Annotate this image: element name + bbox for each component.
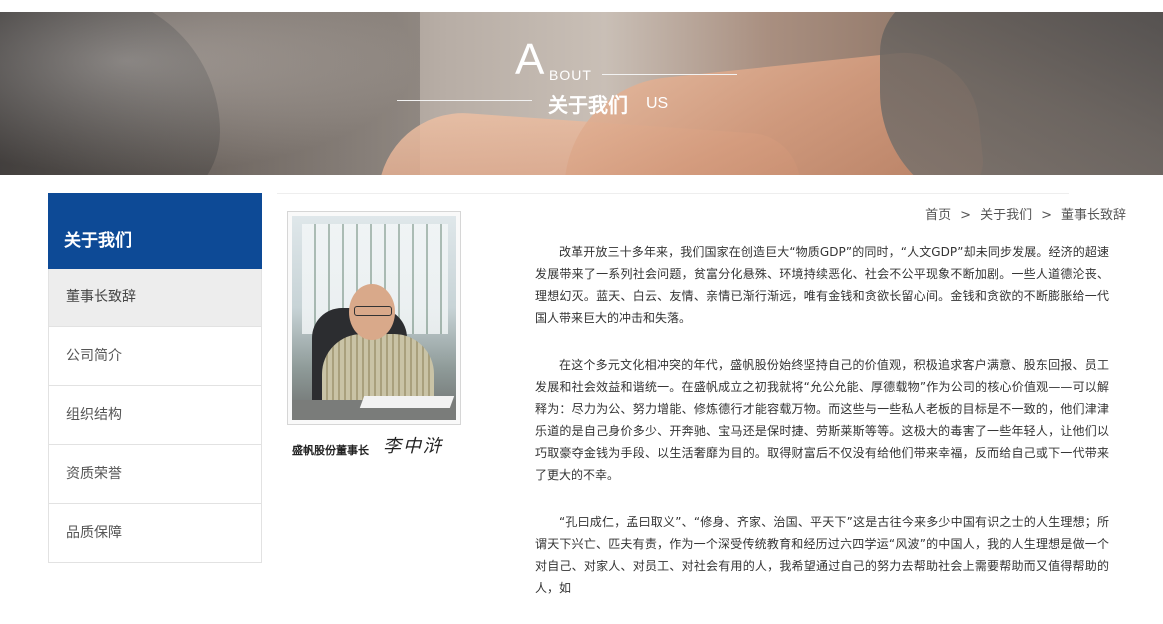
sidebar-item-company-profile[interactable]: 公司简介 (48, 327, 262, 386)
banner-decoration (0, 12, 420, 175)
chairman-signature: 李中浒 (383, 436, 443, 457)
sidebar-item-honors[interactable]: 资质荣誉 (48, 445, 262, 504)
banner-title-letter: A (515, 35, 545, 84)
banner-decoration (880, 12, 1163, 175)
banner-divider (397, 100, 532, 101)
banner-title-us: US (646, 95, 669, 112)
article-paragraph: 在这个多元文化相冲突的年代，盛帆股份始终坚持自己的价值观，积极追求客户满意、股东… (535, 358, 1109, 482)
banner-divider (602, 74, 737, 75)
sidebar-item-chairman-message[interactable]: 董事长致辞 (48, 269, 262, 327)
breadcrumb-separator: > (960, 208, 972, 223)
chairman-portrait (287, 211, 461, 425)
banner-title: 关于我们 (548, 93, 628, 117)
content-divider (277, 193, 1069, 194)
article-paragraph: 改革开放三十多年来，我们国家在创造巨大“物质GDP”的同时，“人文GDP”却未同… (535, 245, 1109, 325)
sidebar-heading: 关于我们 (48, 193, 262, 269)
breadcrumb-section-link[interactable]: 关于我们 (980, 208, 1032, 223)
chairman-message-article: 改革开放三十多年来，我们国家在创造巨大“物质GDP”的同时，“人文GDP”却未同… (535, 241, 1109, 624)
breadcrumb-separator: > (1041, 208, 1052, 223)
banner-title-bout: BOUT (549, 67, 592, 83)
breadcrumb-home-link[interactable]: 首页 (925, 208, 951, 223)
article-paragraph: “孔曰成仁，孟曰取义”、“修身、齐家、治国、平天下”这是古往今来多少中国有识之士… (535, 515, 1109, 595)
portrait-caption: 盛帆股份董事长 (292, 444, 369, 457)
breadcrumb-current[interactable]: 董事长致辞 (1061, 208, 1126, 223)
sidebar-nav: 关于我们 董事长致辞 公司简介 组织结构 资质荣誉 品质保障 (48, 193, 262, 563)
sidebar-item-quality[interactable]: 品质保障 (48, 504, 262, 563)
breadcrumb: 首页 > 关于我们 > 董事长致辞 (925, 204, 1126, 223)
sidebar-item-organization[interactable]: 组织结构 (48, 386, 262, 445)
chairman-photo (292, 216, 456, 420)
